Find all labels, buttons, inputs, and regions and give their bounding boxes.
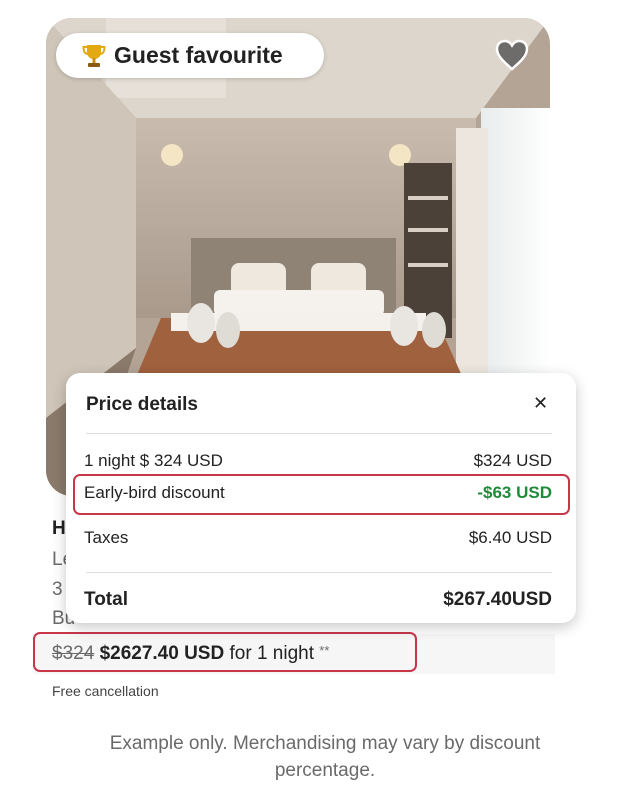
listing-line-partial: 3	[52, 579, 63, 600]
divider	[86, 572, 552, 573]
listing-title-partial: H	[52, 518, 66, 539]
line-amount: $6.40 USD	[468, 528, 552, 547]
price-line-total: Total $267.40USD	[84, 589, 552, 611]
divider	[86, 433, 552, 434]
caption-text: Example only. Merchandising may vary by …	[109, 733, 541, 781]
price-line-nightly: 1 night $ 324 USD $324 USD	[84, 451, 552, 471]
price-highlight-outline	[33, 632, 417, 672]
heart-icon[interactable]	[494, 38, 530, 72]
discount-highlight-outline	[73, 474, 570, 515]
line-amount: $324 USD	[473, 451, 552, 470]
close-icon[interactable]: ✕	[533, 393, 548, 413]
total-label: Total	[84, 589, 128, 610]
popup-title: Price details	[86, 394, 198, 415]
line-label: 1 night $ 324 USD	[84, 451, 223, 470]
trophy-icon	[82, 43, 106, 69]
cancellation-policy: Free cancellation	[52, 683, 159, 699]
price-line-taxes: Taxes $6.40 USD	[84, 528, 552, 548]
badge-label: Guest favourite	[114, 42, 283, 68]
total-amount: $267.40USD	[443, 589, 552, 610]
line-label: Taxes	[84, 528, 129, 547]
guest-favourite-badge: Guest favourite	[56, 33, 324, 78]
